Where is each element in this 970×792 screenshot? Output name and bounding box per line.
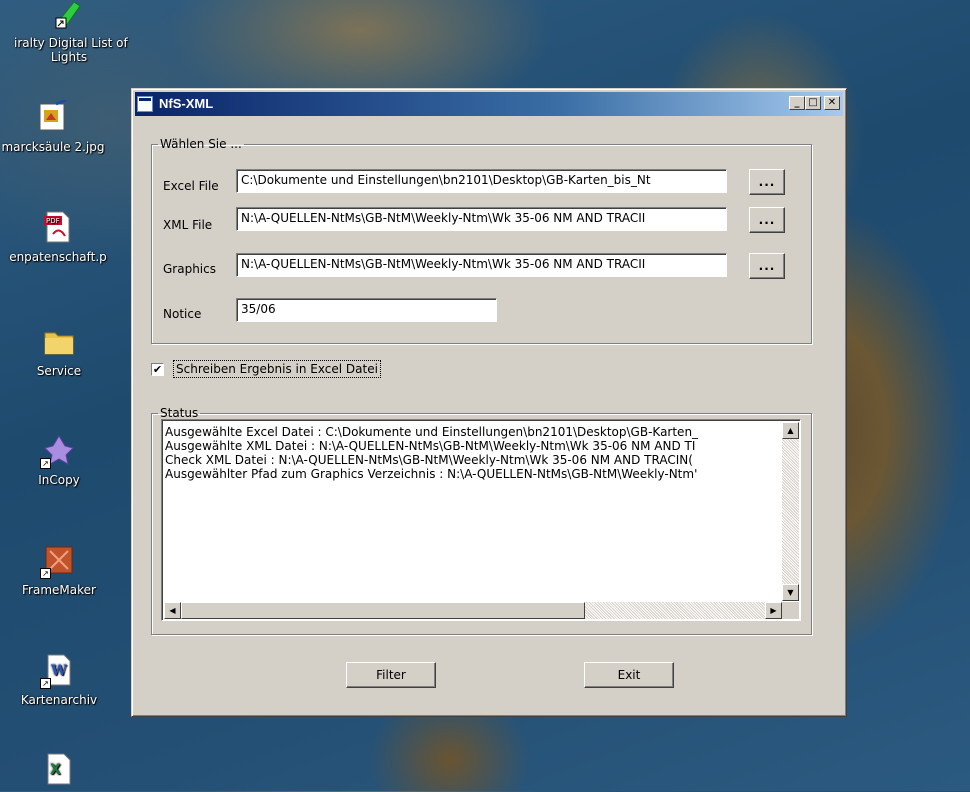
graphics-folder-input[interactable]: N:\A-QUELLEN-NtMs\GB-NtM\Weekly-Ntm\Wk 3… [236,253,727,277]
framemaker-icon: ↗ [40,543,76,579]
excel-icon: X [42,752,76,786]
notice-label: Notice [163,307,202,321]
desktop-icon-service-folder[interactable]: Service [4,324,114,378]
xml-browse-button[interactable]: ... [749,207,785,233]
title-bar[interactable]: NfS-XML _ □ ✕ [135,92,843,116]
word-document-icon: W ↗ [40,653,76,689]
scroll-up-icon[interactable]: ▲ [782,422,799,439]
status-line: Ausgewählter Pfad zum Graphics Verzeichn… [165,467,698,481]
notice-input[interactable]: 35/06 [236,298,497,322]
desktop-icon-label: enpatenschaft.p [9,250,107,264]
excel-browse-button[interactable]: ... [749,169,785,195]
horizontal-scroll-thumb[interactable] [181,602,585,619]
nfs-xml-window: NfS-XML _ □ ✕ Wählen Sie ... Excel File … [131,88,847,717]
maximize-button[interactable]: □ [805,96,821,110]
shortcut-arrow-icon: ↗ [40,458,51,469]
scroll-down-icon[interactable]: ▼ [782,584,799,601]
write-excel-label[interactable]: Schreiben Ergebnis in Excel Datei [173,360,381,378]
desktop-icon-label: iralty Digital List of [14,36,128,50]
app-window-icon [137,96,153,112]
scroll-right-icon[interactable]: ▶ [765,602,782,619]
desktop-icon-label: FrameMaker [22,583,96,597]
group-legend: Wählen Sie ... [160,137,242,151]
graphics-browse-button[interactable]: ... [749,253,785,279]
green-arrow-icon [52,0,86,30]
desktop-icon-label: Service [36,364,82,378]
excel-file-input[interactable]: C:\Dokumente und Einstellungen\bn2101\De… [236,169,727,193]
desktop-icon-label: InCopy [38,473,80,487]
shortcut-arrow-icon: ↗ [40,678,51,689]
close-button[interactable]: ✕ [824,96,840,110]
status-line: Ausgewählte XML Datei : N:\A-QUELLEN-NtM… [165,439,696,453]
status-log[interactable]: Ausgewählte Excel Datei : C:\Dokumente u… [161,419,801,621]
desktop-icon-kartenarchiv[interactable]: W ↗ Kartenarchiv [4,653,114,707]
desktop-icon-label: Kartenarchiv [20,693,98,707]
xml-file-label: XML File [163,218,213,232]
desktop-icon-excel-file[interactable]: X [4,752,114,792]
shortcut-arrow-icon: ↗ [40,568,51,579]
desktop-icon-label: marcksäule 2.jpg [1,140,105,154]
incopy-icon: ↗ [40,433,76,469]
image-file-icon [36,98,70,134]
window-title: NfS-XML [159,96,214,111]
vertical-scrollbar[interactable]: ▲ ▼ [782,422,799,601]
filter-button[interactable]: Filter [346,662,436,688]
group-legend: Status [160,406,199,420]
write-excel-checkbox[interactable]: ✔ [151,363,164,376]
svg-text:PDF: PDF [46,217,60,225]
desktop-icon-pdf-file[interactable]: PDF enpatenschaft.p [3,210,113,264]
svg-text:W: W [50,663,67,679]
desktop-icon-framemaker[interactable]: ↗ FrameMaker [4,543,114,597]
minimize-button[interactable]: _ [789,96,805,110]
pdf-icon: PDF [41,210,75,244]
scroll-corner [782,602,799,619]
graphics-label: Graphics [163,262,216,276]
xml-file-input[interactable]: N:\A-QUELLEN-NtMs\GB-NtM\Weekly-Ntm\Wk 3… [236,207,727,231]
desktop-icon-incopy[interactable]: ↗ InCopy [4,433,114,487]
folder-icon [42,324,76,358]
exit-button[interactable]: Exit [584,662,674,688]
status-lines: Ausgewählte Excel Datei : C:\Dokumente u… [165,425,782,481]
desktop-icon-jpg-file[interactable]: marcksäule 2.jpg [0,98,108,154]
desktop-icon-admiralty-lights[interactable]: iralty Digital List of Lights [14,0,128,64]
desktop-icon-label: Lights [50,50,88,64]
excel-file-label: Excel File [163,179,219,193]
horizontal-scrollbar[interactable]: ◀ ▶ [164,602,782,619]
status-line: Check XML Datei : N:\A-QUELLEN-NtMs\GB-N… [165,453,693,467]
status-line: Ausgewählte Excel Datei : C:\Dokumente u… [165,425,699,439]
svg-text:X: X [50,762,61,778]
scroll-left-icon[interactable]: ◀ [164,602,181,619]
